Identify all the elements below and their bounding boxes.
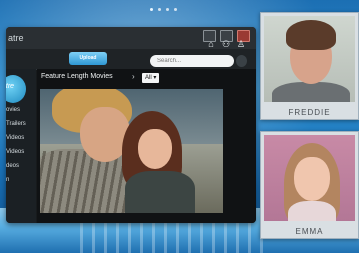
webcam-person — [272, 82, 350, 102]
sidebar-item-videos-2[interactable]: Videos — [6, 149, 24, 155]
sidebar-item-trailers[interactable]: Trailers — [6, 121, 26, 127]
video-player[interactable] — [40, 89, 223, 213]
page-dot[interactable] — [166, 8, 169, 11]
video-scene-shirt — [40, 151, 130, 213]
sidebar-item-more[interactable]: n — [6, 177, 9, 183]
breadcrumb-arrow-icon: › — [132, 72, 135, 81]
media-app-window: atre ⌂ ⚇ ♙ Upload atre ovies Trailers Vi… — [6, 27, 256, 223]
video-chat-tile[interactable]: EMMA — [260, 131, 359, 239]
participant-name: EMMA — [295, 227, 324, 236]
logo-text: atre — [6, 83, 15, 90]
sidebar: atre ovies Trailers Videos Videos deos n — [6, 69, 36, 223]
app-title: atre — [8, 33, 24, 43]
webcam-feed — [264, 135, 355, 221]
title-bar: atre ⌂ ⚇ ♙ — [6, 27, 256, 49]
video-chat-tile[interactable]: FREDDIE — [260, 12, 359, 120]
video-scene-person — [125, 171, 195, 213]
page-dot[interactable] — [150, 8, 153, 11]
upload-button[interactable]: Upload — [69, 52, 107, 65]
search-go-icon[interactable] — [236, 55, 247, 67]
webcam-hair — [286, 20, 336, 50]
people-icon[interactable]: ⚇ — [221, 39, 231, 49]
webcam-person — [288, 201, 336, 221]
webcam-feed — [264, 16, 355, 102]
page-dot[interactable] — [158, 8, 161, 11]
floor-stripes — [80, 218, 270, 253]
main-content: Feature Length Movies › All ▾ — [37, 69, 256, 223]
participant-name: FREDDIE — [288, 108, 331, 117]
page-indicator — [150, 8, 177, 11]
sidebar-item-videos[interactable]: Videos — [6, 135, 24, 141]
sidebar-item-movies[interactable]: ovies — [6, 107, 20, 113]
search-input[interactable] — [150, 55, 234, 67]
webcam-face — [294, 157, 330, 201]
sidebar-item-videos-3[interactable]: deos — [6, 163, 19, 169]
filter-dropdown[interactable]: All ▾ — [142, 73, 160, 83]
user-icon[interactable]: ♙ — [236, 39, 246, 49]
video-scene-face — [138, 129, 172, 169]
home-icon[interactable]: ⌂ — [206, 39, 216, 49]
page-dot[interactable] — [174, 8, 177, 11]
breadcrumb[interactable]: Feature Length Movies — [41, 73, 113, 80]
